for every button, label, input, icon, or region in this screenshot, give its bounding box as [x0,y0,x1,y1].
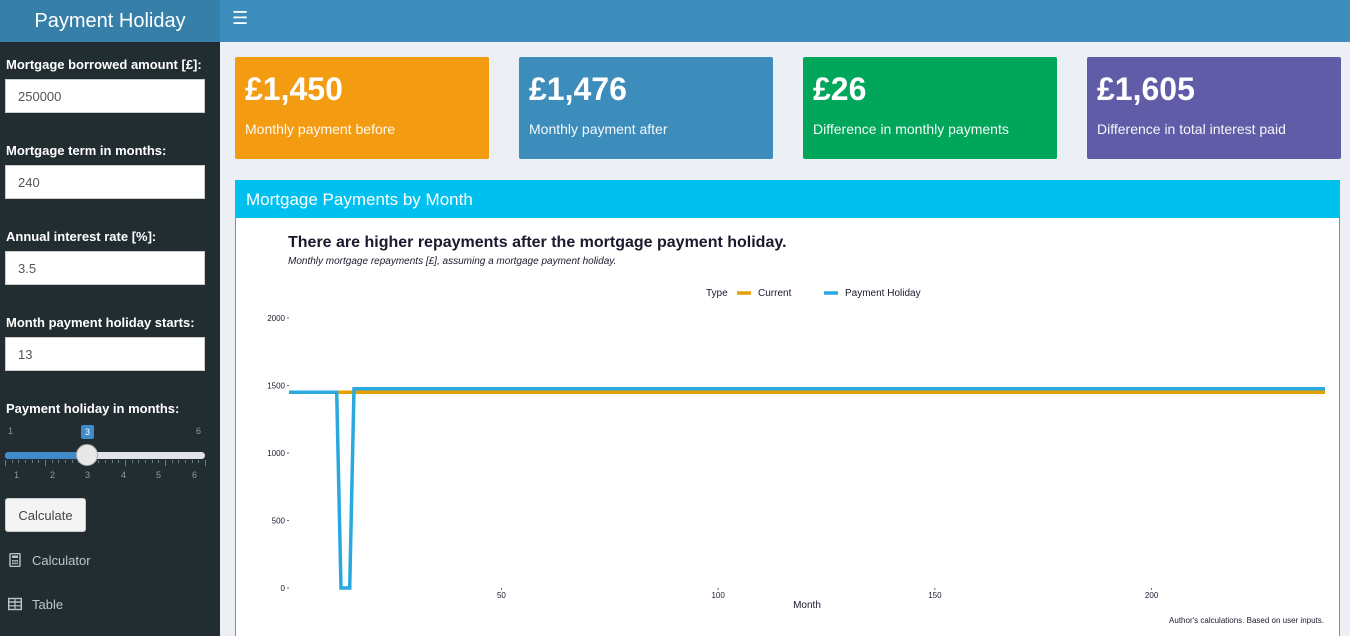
slider-tick [65,460,66,463]
slider-tick-label: 1 [14,470,20,480]
x-tick-label: 50 [497,591,506,600]
x-tick-label: 100 [711,591,725,600]
value-box-payment-after: £1,476 Monthly payment after [519,57,773,159]
menu-item-table[interactable]: Table [0,584,220,624]
mortgage-payments-chart: There are higher repayments after the mo… [267,234,1325,625]
slider-tick [118,460,120,463]
slider-tick [205,460,206,466]
slider-tick [105,460,106,463]
slider-tick [25,460,26,463]
slider-tick-label: 4 [121,470,127,480]
rate-label: Annual interest rate [%]: [6,229,157,244]
chart-subtitle: Monthly mortgage repayments [£], assumin… [288,256,616,267]
value-box-subtitle: Difference in total interest paid [1097,121,1286,137]
slider-tick [18,460,20,463]
mortgage-amount-input[interactable] [5,79,205,113]
value-box-interest-difference: £1,605 Difference in total interest paid [1087,57,1341,159]
app-title[interactable]: Payment Holiday [0,0,220,42]
value-box-subtitle: Difference in monthly payments [813,121,1009,137]
slider-tick [5,460,6,466]
slider-tick [145,460,146,463]
x-tick-label: 150 [928,591,942,600]
slider-tick [98,460,100,463]
term-label: Mortgage term in months: [6,143,167,158]
calculate-button[interactable]: Calculate [5,498,86,532]
y-tick-label: 1000 [267,449,285,458]
slider-tick [31,460,33,463]
slider-max-label: 6 [196,426,202,436]
menu-item-label: Calculator [32,552,91,568]
slider-tick [191,460,193,463]
x-tick-label: 200 [1145,591,1159,600]
y-tick-label: 1500 [267,382,285,391]
sidebar: Mortgage borrowed amount [£]: Mortgage t… [0,42,220,636]
slider-tick [138,460,140,463]
slider-tick [131,460,133,463]
hamburger-icon[interactable]: ☰ [232,9,250,29]
slider-tick [171,460,173,463]
value-box-subtitle: Monthly payment before [245,121,396,137]
chart-caption: Author's calculations. Based on user inp… [1169,616,1324,625]
legend-entry: Current [758,288,792,299]
slider-tick [51,460,53,463]
slider-ticks [5,460,206,466]
slider-tick [58,460,60,463]
legend-title: Type [706,288,728,299]
series-line-payment-holiday [289,386,1325,590]
term-input[interactable] [5,165,205,199]
chart-box-header: Mortgage Payments by Month [236,180,1339,218]
chart-title: There are higher repayments after the mo… [288,234,787,251]
slider-tick [111,460,113,463]
slider-tick-label: 2 [50,470,56,480]
slider-tick-label: 5 [156,470,162,480]
table-icon [7,597,23,611]
rate-input[interactable] [5,251,205,285]
value-box-payment-before: £1,450 Monthly payment before [235,57,489,159]
x-axis-label: Month [793,600,821,611]
slider-handle[interactable] [76,444,98,466]
slider-tick [165,460,166,466]
slider-tick [45,460,46,466]
legend-entry: Payment Holiday [845,288,921,299]
slider-tick [185,460,186,463]
slider-tick [178,460,180,463]
slider-tick [198,460,200,463]
slider-tick [11,460,13,463]
slider-tick [125,460,126,466]
slider-tick-label: 6 [192,470,198,480]
calculator-icon [8,552,22,568]
slider-tick [151,460,153,463]
value-box-value: £1,450 [245,71,343,107]
value-box-monthly-difference: £26 Difference in monthly payments [803,57,1057,159]
slider-tick [71,460,73,463]
y-tick-label: 2000 [267,314,285,323]
chart-box: Mortgage Payments by Month There are hig… [235,180,1340,636]
y-tick-label: 500 [272,517,286,526]
slider-value-bubble: 3 [81,425,94,439]
y-tick-label: 0 [281,584,286,593]
value-box-value: £1,476 [529,71,627,107]
holiday-months-label: Payment holiday in months: [6,401,180,416]
top-navbar: ☰ [220,0,1350,42]
mortgage-amount-label: Mortgage borrowed amount [£]: [6,57,202,72]
slider-tick-label: 3 [85,470,91,480]
plot-area: 0 500 1000 1500 2000 50 100 150 200 Current Paymen… [267,288,1325,600]
holiday-start-input[interactable] [5,337,205,371]
value-box-value: £1,605 [1097,71,1195,107]
menu-item-label: Table [32,596,64,612]
value-box-subtitle: Monthly payment after [529,121,668,137]
slider-min-label: 1 [8,426,14,436]
slider-fill [5,452,87,459]
holiday-months-slider[interactable]: 1 6 3 1 2 3 4 5 6 [5,420,206,480]
menu-item-calculator[interactable]: Calculator [0,540,220,580]
slider-tick [38,460,40,463]
slider-tick [158,460,160,463]
value-box-value: £26 [813,71,867,107]
holiday-start-label: Month payment holiday starts: [6,315,195,330]
